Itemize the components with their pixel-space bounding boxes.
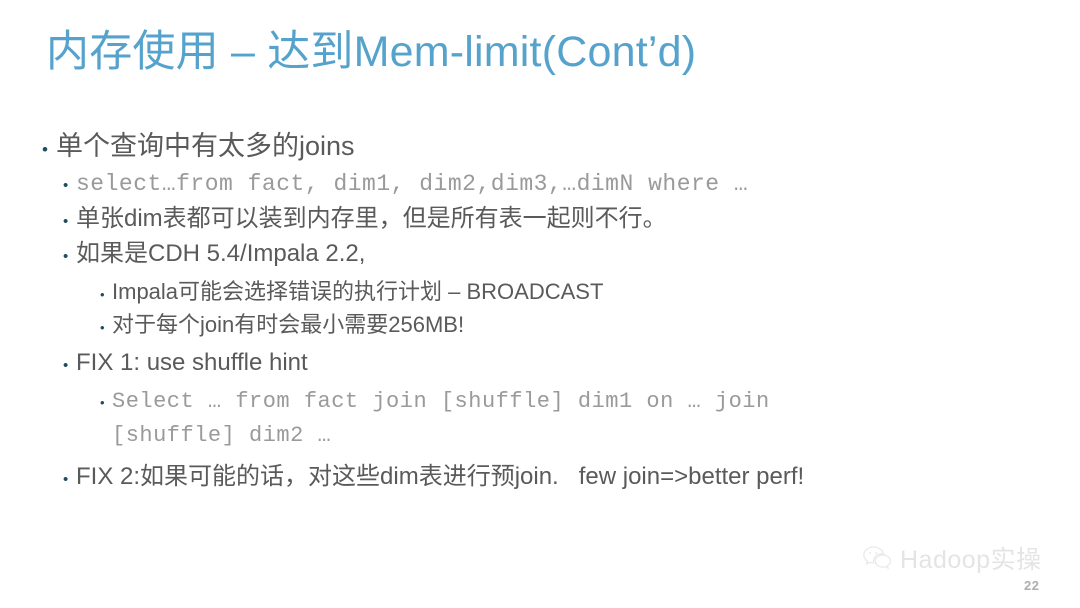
code-line: select…from fact, dim1, dim2,dim3,…dimN …: [76, 171, 749, 197]
bullet-dot-icon: •: [63, 248, 69, 265]
list-item-label: FIX 1: use shuffle hint: [76, 349, 308, 376]
list-item: • select…from fact, dim1, dim2,dim3,…dim…: [0, 167, 1080, 201]
list-item-label: 单个查询中有太多的joins: [56, 131, 355, 161]
list-item: • Impala可能会选择错误的执行计划 – BROADCAST: [0, 276, 1080, 308]
list-item: • 单张dim表都可以装到内存里，但是所有表一起则不行。: [0, 202, 1080, 236]
list-item-label: Impala可能会选择错误的执行计划 – BROADCAST: [112, 279, 604, 304]
list-item: • FIX 2:如果可能的话，对这些dim表进行预join. few join=…: [0, 460, 1080, 494]
page-number: 22: [1024, 578, 1040, 593]
list-item: • 单个查询中有太多的joins: [0, 128, 1080, 164]
watermark-label: Hadoop实操: [900, 546, 1042, 574]
list-item: • 如果是CDH 5.4/Impala 2.2,: [0, 237, 1080, 271]
list-item: • FIX 1: use shuffle hint: [0, 346, 1080, 380]
list-item-label: 如果是CDH 5.4/Impala 2.2,: [76, 240, 366, 267]
slide-canvas: 内存使用 – 达到Mem-limit(Cont’d) • 单个查询中有太多的jo…: [0, 0, 1080, 608]
bullet-dot-icon: •: [100, 320, 105, 335]
list-item: • Select … from fact join [shuffle] dim1…: [0, 385, 1080, 418]
bullet-dot-icon: •: [42, 140, 48, 159]
list-item: • 对于每个join有时会最小需要256MB!: [0, 309, 1080, 341]
list-item-label: FIX 2:如果可能的话，对这些dim表进行预join. few join=>b…: [76, 463, 805, 490]
bullet-dot-icon: •: [63, 213, 69, 230]
bullet-dot-icon: •: [100, 287, 105, 302]
bullet-dot-icon: •: [63, 177, 69, 194]
bullet-list: • 单个查询中有太多的joins • select…from fact, dim…: [0, 128, 1080, 495]
bullet-dot-icon: •: [100, 395, 105, 410]
page-title: 内存使用 – 达到Mem-limit(Cont’d): [46, 28, 697, 76]
code-line-continuation: [shuffle] dim2 …: [112, 423, 332, 448]
watermark: Hadoop实操: [862, 540, 1042, 576]
bullet-dot-icon: •: [63, 357, 69, 374]
list-item-label: 对于每个join有时会最小需要256MB!: [112, 312, 465, 337]
code-line: Select … from fact join [shuffle] dim1 o…: [112, 389, 770, 414]
bullet-dot-icon: •: [63, 471, 69, 488]
wechat-icon: [862, 545, 892, 571]
list-item-label: 单张dim表都可以装到内存里，但是所有表一起则不行。: [76, 205, 667, 232]
